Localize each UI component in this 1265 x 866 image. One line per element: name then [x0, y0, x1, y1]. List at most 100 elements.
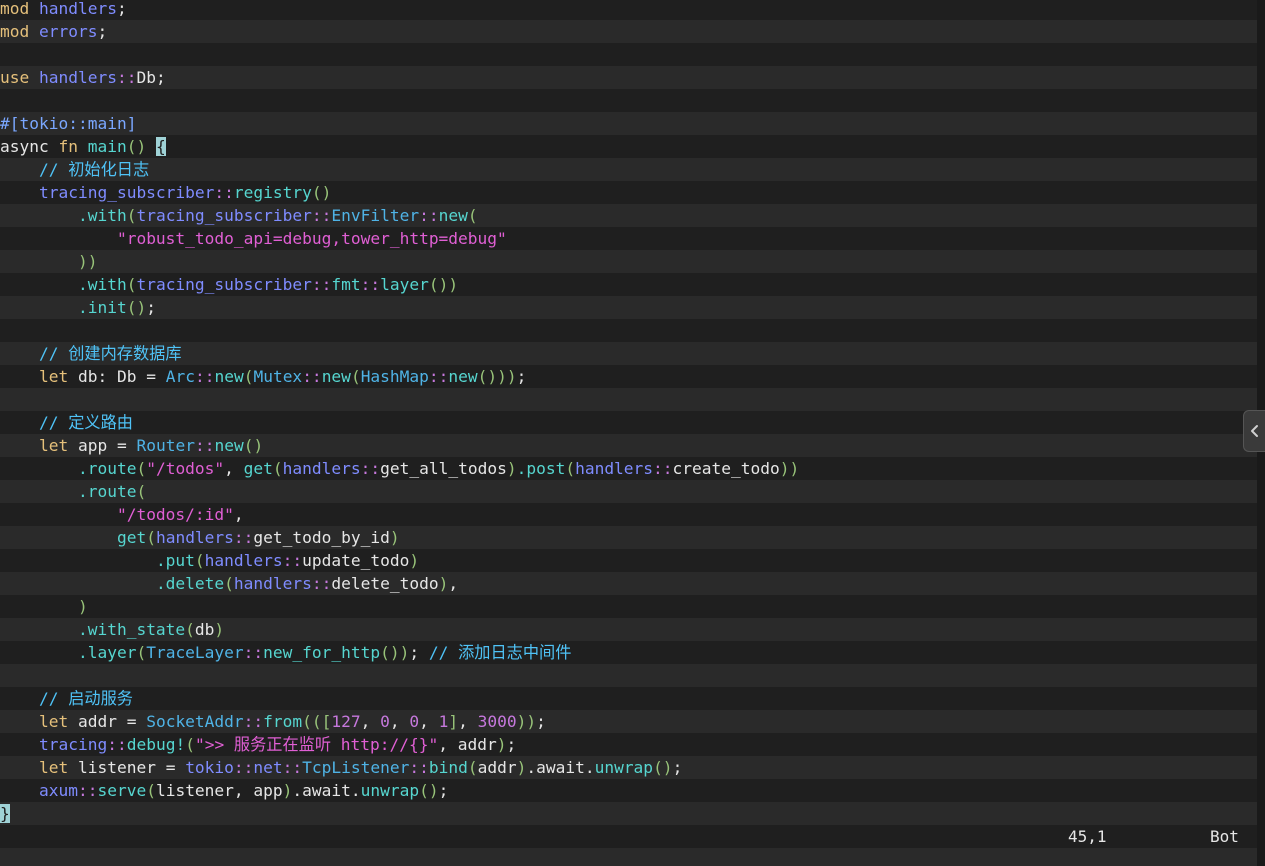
- code-token: ): [77, 597, 88, 616]
- code-token: mod: [0, 22, 30, 41]
- command-line[interactable]: [0, 848, 1257, 866]
- code-token: ::: [311, 275, 332, 294]
- code-text: let app = Router::new(): [0, 436, 263, 455]
- code-line[interactable]: let db: Db = Arc::new(Mutex::new(HashMap…: [0, 365, 1257, 388]
- code-line[interactable]: axum::serve(listener, app).await.unwrap(…: [0, 779, 1257, 802]
- code-line[interactable]: // 定义路由: [0, 411, 1257, 434]
- code-token: ::: [653, 459, 673, 478]
- code-line[interactable]: )): [0, 250, 1257, 273]
- code-token: 0: [380, 712, 390, 731]
- code-line[interactable]: // 创建内存数据库: [0, 342, 1257, 365]
- code-token: ::: [302, 367, 322, 386]
- code-token: ;: [438, 781, 449, 800]
- code-text: .with(tracing_subscriber::fmt::layer()): [0, 275, 458, 294]
- code-line[interactable]: ): [0, 595, 1257, 618]
- code-token: ::: [419, 206, 439, 225]
- code-line[interactable]: let listener = tokio::net::TcpListener::…: [0, 756, 1257, 779]
- code-token: ;: [146, 298, 156, 317]
- code-line[interactable]: [0, 388, 1257, 411]
- code-line[interactable]: [0, 319, 1257, 342]
- code-text: "robust_todo_api=debug,tower_http=debug": [0, 229, 507, 248]
- code-line[interactable]: .route("/todos", get(handlers::get_all_t…: [0, 457, 1257, 480]
- code-token: errors: [39, 22, 98, 41]
- code-line[interactable]: "robust_todo_api=debug,tower_http=debug": [0, 227, 1257, 250]
- code-line[interactable]: .with(tracing_subscriber::fmt::layer()): [0, 273, 1257, 296]
- code-token: (: [126, 275, 137, 294]
- code-token: handlers: [39, 68, 117, 87]
- code-line[interactable]: .init();: [0, 296, 1257, 319]
- code-token: ): [516, 758, 527, 777]
- code-line[interactable]: // 初始化日志: [0, 158, 1257, 181]
- code-token: // 创建内存数据库: [38, 344, 182, 363]
- code-line[interactable]: .put(handlers::update_todo): [0, 549, 1257, 572]
- code-token: ): [389, 528, 400, 547]
- code-token: #[tokio::main]: [0, 114, 137, 133]
- code-token: (: [350, 367, 361, 386]
- code-token: .delete: [155, 574, 225, 593]
- code-line[interactable]: [0, 89, 1257, 112]
- code-token: addr: [477, 758, 517, 777]
- code-token: get: [243, 459, 273, 478]
- code-token: mod: [0, 0, 30, 18]
- code-line[interactable]: use handlers::Db;: [0, 66, 1257, 89]
- code-token: new_for_http: [263, 643, 381, 662]
- code-token: ]: [448, 712, 459, 731]
- code-line[interactable]: .with_state(db): [0, 618, 1257, 641]
- code-line[interactable]: get(handlers::get_todo_by_id): [0, 526, 1257, 549]
- code-line[interactable]: #[tokio::main]: [0, 112, 1257, 135]
- code-token: (: [136, 643, 147, 662]
- code-line[interactable]: // 启动服务: [0, 687, 1257, 710]
- code-token: let: [38, 758, 69, 777]
- code-token: tokio: [185, 758, 234, 777]
- code-token: ,: [458, 712, 478, 731]
- code-token: tracing: [38, 735, 108, 754]
- code-token: (): [653, 758, 673, 777]
- code-line[interactable]: let app = Router::new(): [0, 434, 1257, 457]
- code-token: serve: [97, 781, 147, 800]
- code-token: ,: [233, 505, 244, 524]
- code-line[interactable]: .with(tracing_subscriber::EnvFilter::new…: [0, 204, 1257, 227]
- code-line[interactable]: .delete(handlers::delete_todo),: [0, 572, 1257, 595]
- code-token: let: [38, 367, 69, 386]
- code-token: listener =: [68, 758, 186, 777]
- code-line[interactable]: tracing::debug!(">> 服务正在监听 http://{}", a…: [0, 733, 1257, 756]
- code-token: ): [438, 574, 449, 593]
- code-text: axum::serve(listener, app).await.unwrap(…: [0, 781, 448, 800]
- sidebar-toggle-button[interactable]: [1243, 410, 1265, 452]
- code-token: debug!: [126, 735, 186, 754]
- code-text: .with(tracing_subscriber::EnvFilter::new…: [0, 206, 478, 225]
- code-token: unwrap: [360, 781, 420, 800]
- code-line[interactable]: .route(: [0, 480, 1257, 503]
- code-token: use: [0, 68, 30, 87]
- code-token: .with: [77, 206, 127, 225]
- code-editor[interactable]: mod handlers; mod errors; use handlers::Db…: [0, 0, 1257, 866]
- code-token: net: [253, 758, 283, 777]
- code-line[interactable]: [0, 664, 1257, 687]
- code-token: ,: [419, 712, 439, 731]
- code-token: (: [185, 735, 195, 754]
- code-token: ::: [311, 206, 332, 225]
- code-line[interactable]: }: [0, 802, 1257, 825]
- code-line[interactable]: .layer(TraceLayer::new_for_http()); // 添…: [0, 641, 1257, 664]
- code-line[interactable]: [0, 43, 1257, 66]
- code-line[interactable]: tracing_subscriber::registry(): [0, 181, 1257, 204]
- code-token: ;: [672, 758, 683, 777]
- code-line[interactable]: let addr = SocketAddr::from(([127, 0, 0,…: [0, 710, 1257, 733]
- code-token: (: [224, 574, 234, 593]
- code-token: handlers: [575, 459, 654, 478]
- code-line[interactable]: async fn main() {: [0, 135, 1257, 158]
- code-token: handlers: [282, 459, 361, 478]
- code-token: ::: [282, 758, 303, 777]
- code-token: new: [438, 206, 468, 225]
- code-line[interactable]: "/todos/:id",: [0, 503, 1257, 526]
- code-line[interactable]: mod errors;: [0, 20, 1257, 43]
- code-line[interactable]: mod handlers;: [0, 0, 1257, 20]
